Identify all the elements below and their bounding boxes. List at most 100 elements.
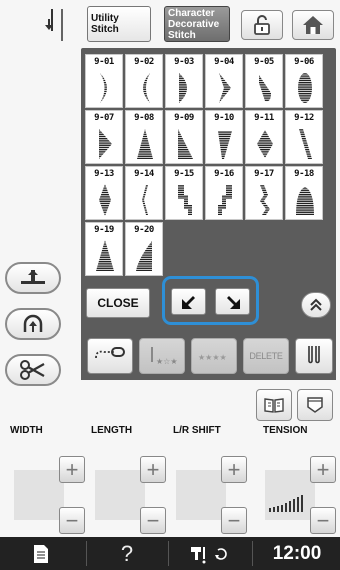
- presser-foot-icon: [21, 270, 45, 284]
- tension-label: TENSION: [263, 425, 308, 436]
- memory-pocket-button[interactable]: [297, 389, 333, 421]
- arrow-down-left-icon: [181, 295, 195, 309]
- stitch-number: 9-18: [294, 169, 314, 179]
- stitch-cell[interactable]: 9-05: [245, 54, 283, 108]
- stitch-pattern-icon: [136, 241, 152, 271]
- stitch-cell[interactable]: 9-07: [85, 110, 123, 164]
- stitch-number: 9-06: [294, 57, 314, 67]
- length-minus-button[interactable]: −: [140, 507, 166, 534]
- twin-needle-button[interactable]: [295, 338, 333, 374]
- arrow-down-right-button[interactable]: [215, 288, 250, 315]
- delete-button[interactable]: DELETE: [243, 338, 289, 374]
- width-adjuster: + −: [14, 456, 86, 534]
- lr-shift-adjuster: + −: [176, 456, 248, 534]
- edit-row: ★☆★ ★★★★ DELETE: [81, 330, 336, 380]
- length-plus-button[interactable]: +: [140, 456, 166, 483]
- stitch-number: 9-01: [94, 57, 114, 67]
- scissors-icon: [20, 360, 45, 380]
- lr-shift-label: L/R SHIFT: [173, 425, 221, 436]
- stitch-cell[interactable]: 9-12: [285, 110, 323, 164]
- lr-shift-minus-button[interactable]: −: [221, 507, 247, 534]
- stitch-pattern-icon: [259, 75, 271, 102]
- document-icon: [34, 544, 48, 563]
- needle-position-icon: [32, 7, 72, 43]
- lr-shift-value-area: [176, 470, 226, 520]
- stitch-pattern-icon: [178, 129, 193, 159]
- tension-value-area: [265, 470, 315, 520]
- stitch-cell[interactable]: 9-13: [85, 166, 123, 220]
- length-label: LENGTH: [91, 425, 133, 436]
- pocket-icon: [307, 397, 323, 413]
- tab-character-decorative-stitch[interactable]: Character Decorative Stitch: [164, 6, 230, 42]
- stitch-cell[interactable]: 9-17: [245, 166, 283, 220]
- arrow-down-left-button[interactable]: [171, 288, 206, 315]
- stitch-number: 9-10: [214, 113, 234, 123]
- lr-shift-plus-button[interactable]: +: [221, 456, 247, 483]
- expand-up-button[interactable]: [301, 292, 331, 318]
- thread-button[interactable]: [87, 338, 133, 374]
- stitch-cell[interactable]: 9-11: [245, 110, 283, 164]
- twin-needle-icon: [308, 346, 320, 364]
- tension-minus-button[interactable]: −: [310, 507, 336, 534]
- stitch-cell[interactable]: 9-01: [85, 54, 123, 108]
- stitch-cell[interactable]: 9-15: [165, 166, 203, 220]
- close-label: CLOSE: [97, 296, 139, 310]
- sewing-status-indicator[interactable]: [172, 537, 250, 570]
- stitch-cell[interactable]: 9-10: [205, 110, 243, 164]
- stitch-cell[interactable]: 9-20: [125, 222, 163, 276]
- arrow-down-right-icon: [226, 295, 240, 309]
- tab-character-label: Character Decorative Stitch: [168, 7, 220, 41]
- stitch-edit-button[interactable]: ★☆★: [139, 338, 185, 374]
- stitch-number: 9-11: [254, 113, 274, 123]
- stitch-pattern-icon: [218, 185, 232, 215]
- stitch-number: 9-07: [94, 113, 114, 123]
- stitch-edit-icon: ★☆★: [151, 347, 178, 366]
- page-arrow-group: [162, 276, 259, 325]
- close-button[interactable]: CLOSE: [86, 288, 150, 318]
- stitch-cell[interactable]: 9-18: [285, 166, 323, 220]
- width-value-area: [14, 470, 64, 520]
- lock-button[interactable]: [241, 10, 283, 40]
- pattern-combine-button[interactable]: ★★★★: [191, 338, 237, 374]
- thread-cutter-button[interactable]: [5, 354, 61, 386]
- width-plus-button[interactable]: +: [59, 456, 85, 483]
- stitch-number: 9-16: [214, 169, 234, 179]
- stitch-cell[interactable]: 9-04: [205, 54, 243, 108]
- thread-loop-icon: [95, 347, 125, 359]
- home-button[interactable]: [292, 10, 334, 40]
- home-icon: [303, 16, 323, 34]
- stitch-pattern-icon: [99, 184, 111, 216]
- stitch-cell[interactable]: 9-08: [125, 110, 163, 164]
- book-icon: [264, 398, 284, 413]
- tab-utility-label: Utility Stitch: [91, 13, 119, 35]
- stitch-cell[interactable]: 9-16: [205, 166, 243, 220]
- tension-plus-button[interactable]: +: [310, 456, 336, 483]
- clock-display: 12:00: [254, 537, 340, 570]
- stitch-pattern-icon: [100, 73, 107, 103]
- stitch-number: 9-19: [94, 225, 114, 235]
- presser-foot-lift-button[interactable]: [5, 262, 61, 294]
- status-separator: [86, 541, 87, 566]
- stitch-number: 9-20: [134, 225, 154, 235]
- tab-utility-stitch[interactable]: Utility Stitch: [87, 6, 151, 42]
- stitch-cell[interactable]: 9-14: [125, 166, 163, 220]
- needle-threading-button[interactable]: [5, 308, 61, 340]
- clock-text: 12:00: [272, 542, 322, 564]
- width-label: WIDTH: [10, 425, 43, 436]
- manual-button[interactable]: [256, 389, 292, 421]
- stitch-cell[interactable]: 9-06: [285, 54, 323, 108]
- width-minus-button[interactable]: −: [59, 507, 85, 534]
- stitch-cell[interactable]: 9-02: [125, 54, 163, 108]
- stitch-cell[interactable]: 9-19: [85, 222, 123, 276]
- unlock-icon: [254, 15, 270, 35]
- stitch-cell[interactable]: 9-09: [165, 110, 203, 164]
- stitch-number: 9-13: [94, 169, 114, 179]
- help-button[interactable]: ?: [88, 537, 166, 570]
- stitch-cell[interactable]: 9-03: [165, 54, 203, 108]
- threading-icon: [23, 314, 43, 332]
- delete-label: DELETE: [249, 351, 283, 361]
- stitch-number: 9-14: [134, 169, 154, 179]
- document-button[interactable]: [0, 537, 82, 570]
- stitch-pattern-icon: [178, 185, 192, 215]
- stitch-number: 9-15: [174, 169, 194, 179]
